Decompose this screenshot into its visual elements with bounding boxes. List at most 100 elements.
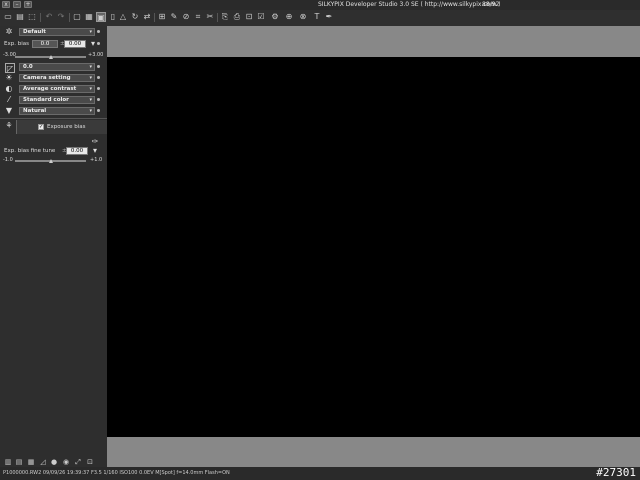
fine-tune-slider-thumb[interactable] (48, 159, 53, 163)
watermark: #27301 (596, 466, 636, 479)
contrast-reset-dot[interactable] (97, 87, 100, 90)
chevron-down-icon: ▾ (89, 64, 92, 70)
batch-icon[interactable]: ⚙ (270, 12, 280, 22)
close-window-button[interactable]: x (2, 1, 10, 8)
compare-icon[interactable]: ⊘ (181, 12, 191, 22)
fit-icon[interactable]: ⊡ (86, 458, 94, 466)
color-value: Standard color (23, 97, 69, 103)
gear-icon: ✲ (5, 27, 13, 36)
white-balance-dropdown[interactable]: Camera setting ▾ (19, 74, 95, 82)
eyedropper-icon: ⁄ (8, 95, 10, 104)
minimize-window-button[interactable]: – (13, 1, 21, 8)
exp-reset-dot[interactable] (97, 42, 100, 45)
sub-tool-icon[interactable]: ⚘ (4, 121, 14, 131)
paste-icon[interactable]: ⎘ (220, 12, 230, 22)
white-balance-value: Camera setting (23, 75, 71, 81)
style-dropdown[interactable]: Natural ▾ (19, 107, 95, 115)
minimize-icon: – (15, 1, 19, 8)
style-reset-dot[interactable] (97, 109, 100, 112)
pen-tool-icon[interactable]: ✒ (324, 12, 334, 22)
exposure-bias-checkbox-label: Exposure bias (47, 124, 86, 130)
curve-icon[interactable]: ◿ (39, 458, 47, 466)
chevron-down-icon: ▾ (89, 86, 92, 92)
fine-tune-input[interactable]: 0.00 (66, 147, 88, 155)
export-icon[interactable]: ⬚ (27, 12, 37, 22)
panel-divider (0, 118, 107, 119)
contrast-dropdown[interactable]: Average contrast ▾ (19, 85, 95, 93)
toolbar: ▭ ▤ ⬚ ↶ ↷ ▢ ▦ ▣ ▯ △ ↻ ⇄ ⊞ ✎ ⊘ ⌗ ✂ ⎘ ⎙ ⊡ … (0, 10, 640, 26)
flip-icon[interactable]: ⇄ (142, 12, 152, 22)
wb-reset-dot[interactable] (97, 76, 100, 79)
info-icon[interactable]: ⊗ (298, 12, 308, 22)
chevron-down-icon: ▾ (89, 75, 92, 81)
window-title: SILKYPIX Developer Studio 3.0 SE ( http:… (318, 1, 501, 8)
toolbar-separator (40, 13, 41, 22)
white-balance-icon: ☀ (5, 73, 13, 82)
sphere-icon[interactable]: ● (50, 458, 58, 466)
preset-reset-dot[interactable] (97, 30, 100, 33)
warning-icon[interactable]: △ (118, 12, 128, 22)
copy-icon[interactable]: ✂ (205, 12, 215, 22)
toolbar-separator (69, 13, 70, 22)
develop-icon[interactable]: ☑ (256, 12, 266, 22)
control-panel: ✲ Default ▾ Exp. bias 0.0 ± 0.00 ▾ -3.00 … (0, 26, 107, 467)
style-value: Natural (23, 108, 47, 114)
color-dropdown[interactable]: Standard color ▾ (19, 96, 95, 104)
print-icon[interactable]: ⎙ (232, 12, 242, 22)
text-tool-icon[interactable]: T (312, 12, 322, 22)
toolbar-separator (154, 13, 155, 22)
view-combined-icon[interactable]: ▣ (96, 12, 106, 22)
rotate-icon[interactable]: ↻ (130, 12, 140, 22)
exp-min-label: -3.00 (3, 52, 16, 58)
fullscreen-icon[interactable]: ⤢ (74, 458, 82, 466)
chevron-down-icon: ▾ (89, 97, 92, 103)
chevron-down-icon: ▾ (89, 29, 92, 35)
title-bar: x – + SILKYPIX Developer Studio 3.0 SE (… (0, 0, 640, 10)
exp-max-label: +3.00 (88, 52, 104, 58)
open-folder-icon[interactable]: ▭ (3, 12, 13, 22)
grid-icon[interactable]: ⊞ (157, 12, 167, 22)
contrast-value: Average contrast (23, 86, 77, 92)
exp-slider-thumb[interactable] (48, 55, 53, 59)
fine-tune-min-label: -1.0 (3, 157, 13, 163)
redo-icon[interactable]: ↷ (56, 12, 66, 22)
contrast-icon: ◐ (5, 84, 13, 93)
lens-icon[interactable]: ◉ (62, 458, 70, 466)
filmstrip-icon[interactable]: ▤ (15, 458, 23, 466)
viewer-top-margin (107, 26, 640, 57)
close-icon: x (4, 1, 8, 8)
color-reset-dot[interactable] (97, 98, 100, 101)
undo-icon[interactable]: ↶ (44, 12, 54, 22)
settings-icon[interactable]: ⊡ (244, 12, 254, 22)
fine-tune-max-label: +1.0 (90, 157, 103, 163)
chevron-down-icon: ▾ (89, 108, 92, 114)
tone-value: 0.0 (23, 64, 33, 70)
status-bar: P1000000.RW2 09/09/26 19:39:37 F3.5 1/16… (0, 467, 640, 480)
view-single-icon[interactable]: ▢ (72, 12, 82, 22)
tone-reset-dot[interactable] (97, 65, 100, 68)
status-text: P1000000.RW2 09/09/26 19:39:37 F3.5 1/16… (3, 470, 230, 476)
crop-icon[interactable]: ⌗ (193, 12, 203, 22)
maximize-icon: + (25, 1, 31, 8)
exposure-bias-checkbox[interactable]: ✓ (38, 124, 44, 130)
tone-dropdown[interactable]: 0.0 ▾ (19, 63, 95, 71)
chevron-down-icon[interactable]: ▾ (90, 146, 100, 156)
exp-bias-label: Exp. bias (4, 41, 29, 47)
image-counter: 88/92 (482, 1, 500, 8)
preset-dropdown[interactable]: Default ▾ (19, 28, 95, 36)
maximize-window-button[interactable]: + (24, 1, 32, 8)
image-preview[interactable] (107, 57, 640, 437)
histogram-icon[interactable]: ▦ (27, 458, 35, 466)
fine-tune-label: Exp. bias fine tune (4, 148, 56, 154)
help-icon[interactable]: ⊕ (284, 12, 294, 22)
view-full-icon[interactable]: ▯ (108, 12, 118, 22)
style-icon: ▼ (5, 106, 13, 115)
thumbnail-icon[interactable]: ▥ (4, 458, 12, 466)
save-icon[interactable]: ▤ (15, 12, 25, 22)
toolbar-separator (217, 13, 218, 22)
view-thumb-icon[interactable]: ▦ (84, 12, 94, 22)
viewer-bottom-margin (107, 437, 640, 467)
tools-icon[interactable]: ✎ (169, 12, 179, 22)
exp-bias-input[interactable]: 0.0 (32, 40, 58, 48)
exp-bias-input-2[interactable]: 0.00 (64, 40, 86, 48)
